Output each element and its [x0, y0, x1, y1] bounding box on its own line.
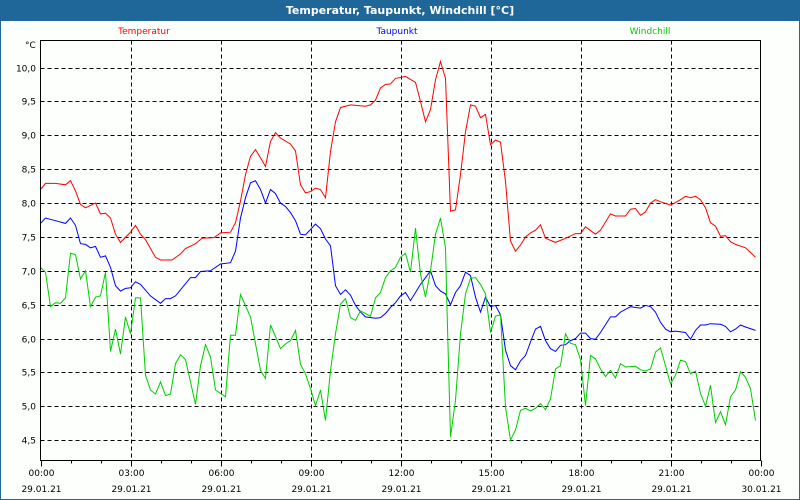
x-tick-time-label: 18:00	[569, 469, 595, 479]
x-tick-time-label: 21:00	[659, 469, 685, 479]
y-tick-label: 4,5	[22, 437, 36, 447]
legend-temperatur: Temperatur	[117, 27, 170, 37]
x-tick-time-label: 15:00	[479, 469, 505, 479]
x-tick-time-label: 12:00	[389, 469, 415, 479]
x-tick-date-label: 29.01.21	[561, 485, 601, 495]
y-axis-unit-label: °C	[25, 41, 36, 51]
y-tick-label: 7,5	[22, 234, 36, 244]
chart: °C Temperatur Taupunkt Windchill 4,5 5,0 5…	[16, 27, 782, 495]
x-tick-time-label: 00:00	[29, 469, 55, 479]
y-tick-label: 8,0	[22, 200, 37, 210]
y-tick-label: 10,0	[16, 65, 36, 75]
series-line-taupunkt	[40, 180, 756, 371]
x-tick-date-label: 29.01.21	[201, 485, 241, 495]
legend-windchill: Windchill	[630, 27, 671, 37]
x-tick-date-label: 29.01.21	[111, 485, 151, 495]
x-tick-date-label: 29.01.21	[651, 485, 691, 495]
y-tick-label: 8,5	[22, 166, 36, 176]
y-tick-label: 5,0	[22, 403, 37, 413]
x-tick-time-label: 03:00	[119, 469, 145, 479]
x-tick-date-label: 29.01.21	[471, 485, 511, 495]
x-tick-date-label: 29.01.21	[291, 485, 331, 495]
x-tick-time-label: 00:00	[749, 469, 775, 479]
x-tick-date-label: 30.01.21	[741, 485, 781, 495]
y-tick-label: 5,5	[22, 369, 36, 379]
plot-area-frame	[40, 40, 761, 461]
legend-taupunkt: Taupunkt	[375, 27, 418, 37]
y-tick-label: 6,5	[22, 302, 36, 312]
x-tick-time-label: 06:00	[209, 469, 235, 479]
series-line-temperatur	[40, 59, 756, 261]
x-tick-time-label: 09:00	[299, 469, 325, 479]
y-tick-label: 7,0	[22, 268, 37, 278]
y-tick-label: 9,0	[22, 132, 37, 142]
y-tick-label: 6,0	[22, 336, 37, 346]
x-tick-date-label: 29.01.21	[21, 485, 61, 495]
x-tick-date-label: 29.01.21	[381, 485, 421, 495]
y-tick-label: 9,5	[22, 98, 36, 108]
